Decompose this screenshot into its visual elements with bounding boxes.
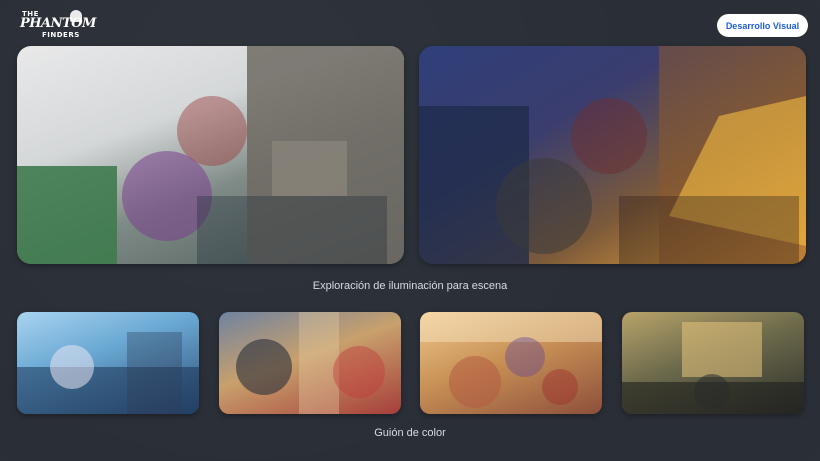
color-script-thumb-2[interactable] <box>219 312 401 414</box>
color-script-thumb-4[interactable] <box>622 312 804 414</box>
color-script-caption: Guión de color <box>374 427 446 439</box>
logo-line2: PHANTOM <box>20 16 96 31</box>
lighting-daylight-image[interactable] <box>17 46 404 264</box>
color-script-thumb-1[interactable] <box>17 312 199 414</box>
lighting-caption: Exploración de iluminación para escena <box>312 280 508 292</box>
color-script-thumb-3[interactable] <box>420 312 602 414</box>
logo[interactable]: THE PHANTOM FINDERS <box>20 10 96 40</box>
lighting-sunset-image[interactable] <box>419 46 806 264</box>
visual-development-button[interactable]: Desarrollo Visual <box>717 14 808 37</box>
page-frame: THE PHANTOM FINDERS Desarrollo Visual Ex… <box>0 0 820 461</box>
logo-line3: FINDERS <box>42 31 80 39</box>
